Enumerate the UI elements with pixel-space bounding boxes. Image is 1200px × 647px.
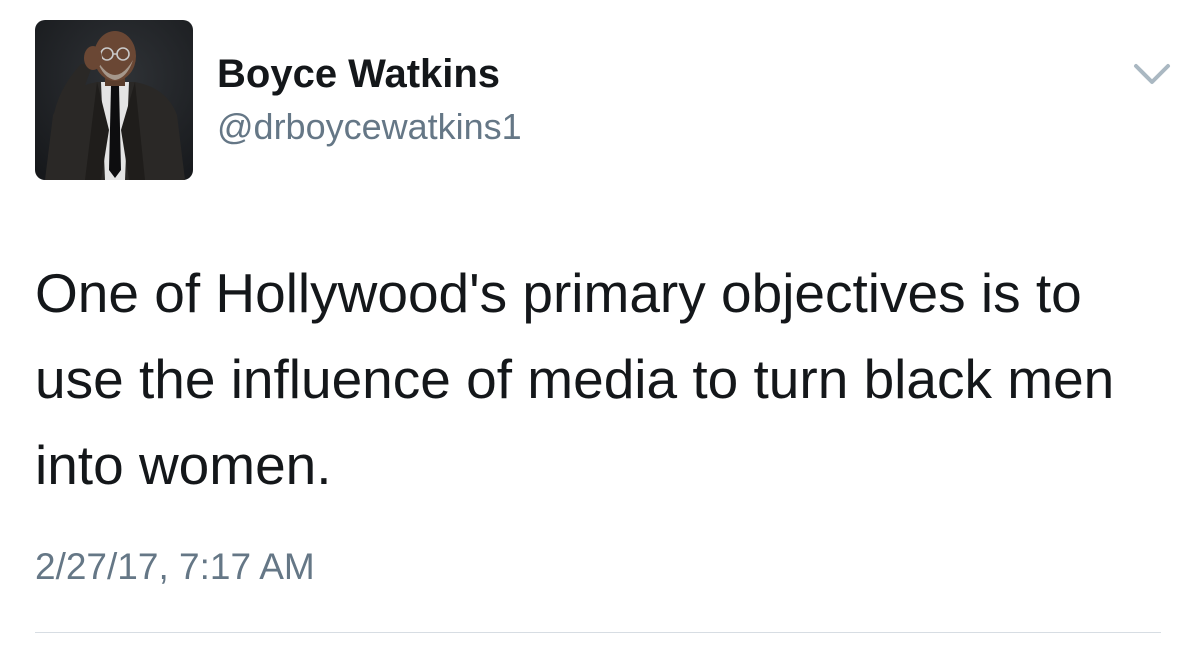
chevron-down-icon[interactable] <box>1130 58 1174 90</box>
tweet-text: One of Hollywood's primary objectives is… <box>35 262 1115 496</box>
author-display-name[interactable]: Boyce Watkins <box>217 48 500 100</box>
divider <box>35 632 1161 633</box>
tweet-timestamp[interactable]: 2/27/17, 7:17 AM <box>35 543 315 591</box>
profile-photo-icon <box>35 20 193 180</box>
avatar[interactable] <box>35 20 193 180</box>
author-handle[interactable]: @drboycewatkins1 <box>217 104 522 150</box>
